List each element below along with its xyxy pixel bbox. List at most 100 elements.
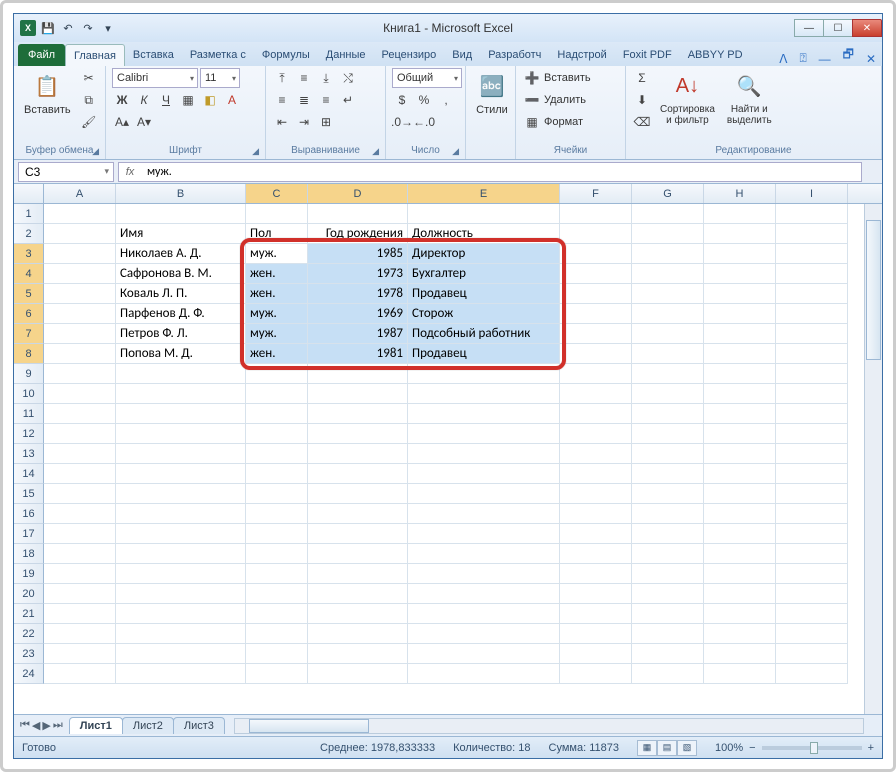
cell[interactable] <box>704 664 776 684</box>
cell[interactable] <box>246 604 308 624</box>
cell[interactable] <box>776 344 848 364</box>
row-header[interactable]: 16 <box>14 504 44 524</box>
row-header[interactable]: 24 <box>14 664 44 684</box>
cell[interactable]: Имя <box>116 224 246 244</box>
cell[interactable] <box>246 584 308 604</box>
ribbon-tab[interactable]: Рецензиро <box>374 44 445 66</box>
cell[interactable] <box>704 404 776 424</box>
cell[interactable] <box>44 204 116 224</box>
delete-cells-icon[interactable]: ➖ <box>522 90 542 110</box>
cell[interactable] <box>408 464 560 484</box>
cell[interactable] <box>776 304 848 324</box>
merge-icon[interactable]: ⊞ <box>316 112 336 132</box>
cell[interactable] <box>246 644 308 664</box>
cell[interactable] <box>44 444 116 464</box>
cell[interactable] <box>44 324 116 344</box>
copy-icon[interactable]: ⧉ <box>79 90 99 110</box>
cell[interactable] <box>776 464 848 484</box>
cell[interactable] <box>560 204 632 224</box>
cell[interactable] <box>116 664 246 684</box>
dialog-launcher-icon[interactable]: ◢ <box>452 146 459 157</box>
cell[interactable] <box>246 564 308 584</box>
cell[interactable] <box>116 484 246 504</box>
cell[interactable] <box>246 664 308 684</box>
sheet-nav-first-icon[interactable]: ⏮ <box>20 719 30 732</box>
view-pagebreak-button[interactable]: ▧ <box>677 740 697 756</box>
maximize-button[interactable]: ☐ <box>823 19 853 37</box>
close-button[interactable]: ✕ <box>852 19 882 37</box>
cell[interactable] <box>308 484 408 504</box>
cell[interactable] <box>308 564 408 584</box>
cell[interactable] <box>246 444 308 464</box>
undo-icon[interactable]: ↶ <box>60 20 76 36</box>
horizontal-scrollbar[interactable] <box>234 718 864 734</box>
autosum-icon[interactable]: Σ <box>632 68 652 88</box>
row-header[interactable]: 13 <box>14 444 44 464</box>
delete-cells-label[interactable]: Удалить <box>544 94 586 106</box>
paste-button[interactable]: 📋 Вставить <box>20 68 75 118</box>
cell[interactable] <box>44 604 116 624</box>
save-icon[interactable]: 💾 <box>40 20 56 36</box>
cell[interactable] <box>632 504 704 524</box>
ribbon-tab[interactable]: Разработч <box>480 44 549 66</box>
cell[interactable]: Бухгалтер <box>408 264 560 284</box>
cell[interactable] <box>44 384 116 404</box>
cell[interactable] <box>776 264 848 284</box>
cell[interactable] <box>776 624 848 644</box>
cell[interactable] <box>560 404 632 424</box>
cell[interactable]: Пол <box>246 224 308 244</box>
zoom-level[interactable]: 100% <box>715 742 743 754</box>
cell[interactable] <box>776 404 848 424</box>
cell[interactable] <box>308 584 408 604</box>
cell[interactable] <box>704 264 776 284</box>
cell[interactable] <box>560 344 632 364</box>
cell[interactable] <box>632 344 704 364</box>
cell[interactable]: Парфенов Д. Ф. <box>116 304 246 324</box>
cell[interactable] <box>632 324 704 344</box>
cell[interactable] <box>776 244 848 264</box>
cell[interactable] <box>632 204 704 224</box>
cell[interactable] <box>44 344 116 364</box>
cell[interactable] <box>44 244 116 264</box>
cell[interactable] <box>44 644 116 664</box>
cell[interactable]: Попова М. Д. <box>116 344 246 364</box>
cell[interactable] <box>308 464 408 484</box>
cell[interactable] <box>560 364 632 384</box>
sheet-tab[interactable]: Лист3 <box>173 717 225 734</box>
cell[interactable] <box>560 564 632 584</box>
cell[interactable] <box>44 404 116 424</box>
row-header[interactable]: 5 <box>14 284 44 304</box>
cell[interactable] <box>704 484 776 504</box>
styles-button[interactable]: 🔤 Стили <box>472 68 512 118</box>
format-cells-label[interactable]: Формат <box>544 116 583 128</box>
cell[interactable] <box>408 364 560 384</box>
cell[interactable] <box>560 444 632 464</box>
align-bottom-icon[interactable]: ⤓ <box>316 68 336 88</box>
cell[interactable] <box>408 424 560 444</box>
cell[interactable]: жен. <box>246 344 308 364</box>
cell[interactable] <box>560 624 632 644</box>
cell[interactable] <box>632 284 704 304</box>
cell[interactable] <box>116 404 246 424</box>
zoom-out-button[interactable]: − <box>749 742 755 754</box>
row-header[interactable]: 2 <box>14 224 44 244</box>
view-layout-button[interactable]: ▤ <box>657 740 677 756</box>
column-header[interactable]: B <box>116 184 246 203</box>
decrease-font-icon[interactable]: A▾ <box>134 112 154 132</box>
cell[interactable] <box>776 324 848 344</box>
cell[interactable] <box>116 524 246 544</box>
cell[interactable] <box>308 204 408 224</box>
cell[interactable]: Директор <box>408 244 560 264</box>
cell[interactable] <box>704 624 776 644</box>
dialog-launcher-icon[interactable]: ◢ <box>372 146 379 157</box>
cell[interactable] <box>704 524 776 544</box>
cell[interactable] <box>246 544 308 564</box>
decrease-indent-icon[interactable]: ⇤ <box>272 112 292 132</box>
ribbon-tab[interactable]: Формулы <box>254 44 318 66</box>
cell[interactable] <box>704 224 776 244</box>
row-header[interactable]: 19 <box>14 564 44 584</box>
cell[interactable] <box>632 604 704 624</box>
row-header[interactable]: 20 <box>14 584 44 604</box>
column-header[interactable]: E <box>408 184 560 203</box>
row-header[interactable]: 12 <box>14 424 44 444</box>
